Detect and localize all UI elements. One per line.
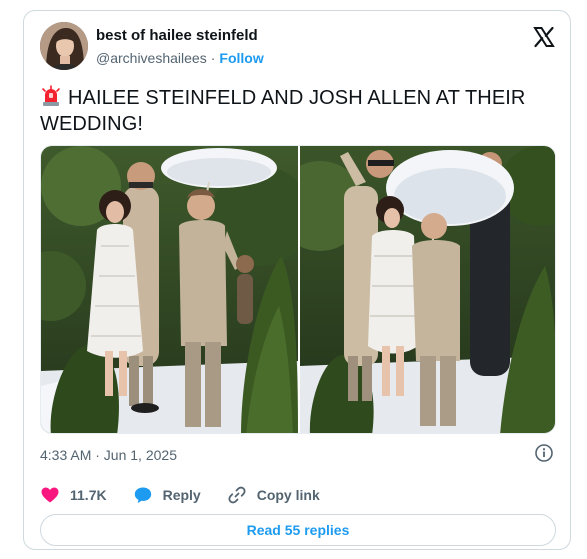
reply-button[interactable]: Reply [133,485,201,505]
separator: · [210,50,216,66]
avatar[interactable] [40,22,88,70]
author-display-name[interactable]: best of hailee steinfeld [96,26,258,46]
x-logo-icon[interactable] [532,25,556,49]
tweet-text: HAILEE STEINFELD AND JOSH ALLEN AT THEIR… [40,87,526,135]
tweet-actions: 11.7K Reply Copy link [40,483,346,507]
reply-label: Reply [162,487,201,503]
author-handle-row: @archiveshailees · Follow [96,49,264,67]
tweet-timestamp[interactable]: 4:33 AM · Jun 1, 2025 [40,445,177,465]
info-icon[interactable] [534,443,554,463]
copy-link-label: Copy link [256,487,320,503]
author-handle[interactable]: @archiveshailees [96,50,207,66]
like-count: 11.7K [70,487,107,503]
tweet-card: best of hailee steinfeld @archiveshailee… [23,10,571,550]
read-replies-button[interactable]: Read 55 replies [40,514,556,546]
tweet-text-block: HAILEE STEINFELD AND JOSH ALLEN AT THEIR… [40,85,540,137]
wedding-photo-1[interactable] [41,146,298,433]
copy-link-button[interactable]: Copy link [227,485,320,505]
link-icon [228,486,246,504]
follow-button[interactable]: Follow [219,50,263,66]
like-button[interactable]: 11.7K [40,485,107,505]
tweet-media [40,145,556,434]
wedding-photo-2[interactable] [300,146,555,433]
police-car-light-icon [40,85,62,107]
reply-bubble-icon [134,487,151,503]
heart-icon [41,487,59,503]
